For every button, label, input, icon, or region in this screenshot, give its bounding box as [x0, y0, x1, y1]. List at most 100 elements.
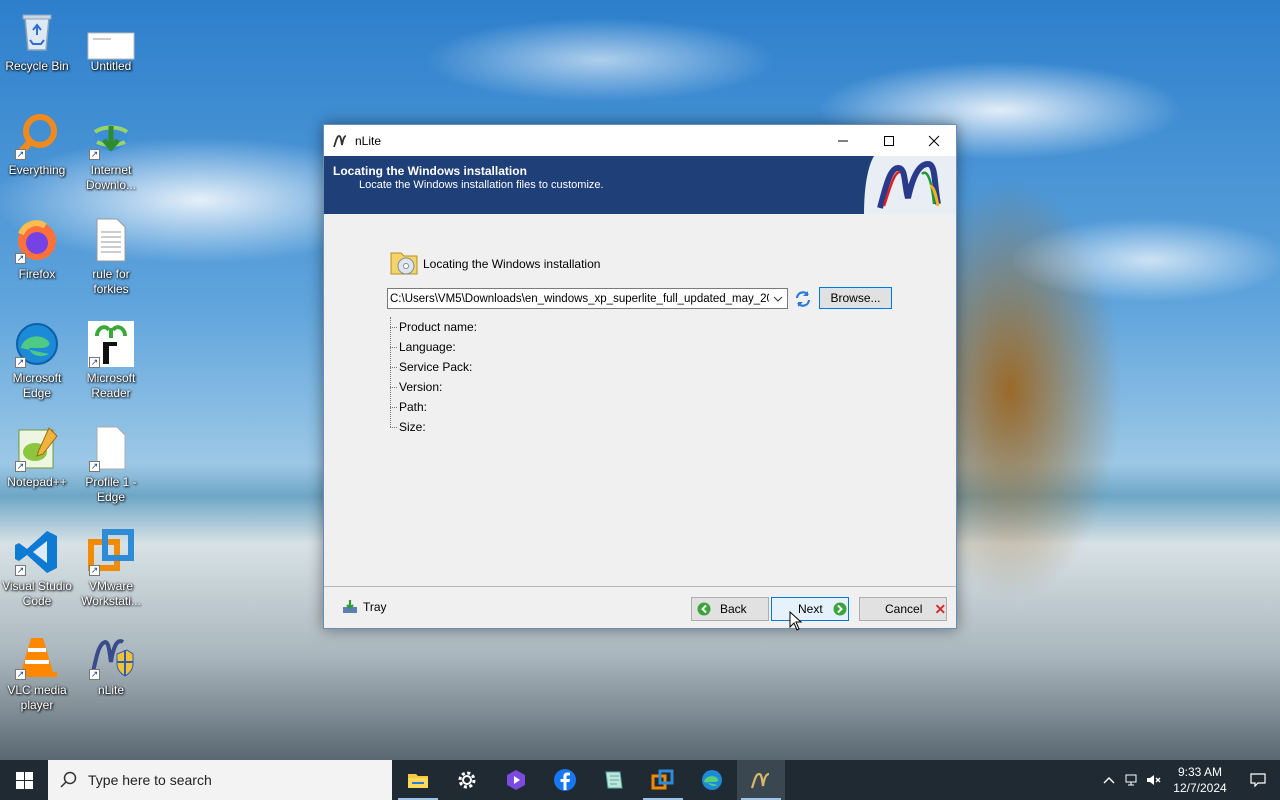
- desktop-icon-profile-1-edge[interactable]: ↗ Profile 1 - Edge: [74, 424, 148, 505]
- firefox-icon: ↗: [13, 216, 61, 264]
- desktop-icon-label: Visual Studio Code: [2, 579, 72, 608]
- taskbar-search-box[interactable]: Type here to search: [48, 760, 392, 800]
- banner-subtitle: Locate the Windows installation files to…: [359, 179, 604, 191]
- nlite-logo-icon: [864, 156, 956, 214]
- search-icon: [60, 771, 77, 788]
- clock-time: 9:33 AM: [1177, 765, 1223, 779]
- shortcut-arrow-icon: ↗: [89, 357, 100, 368]
- tray-icon: [343, 600, 357, 613]
- facebook-icon: [554, 769, 576, 791]
- taskbar-clock[interactable]: 9:33 AM 12/7/2024: [1164, 764, 1236, 796]
- desktop-icon-rule-for-forkies[interactable]: rule for forkies: [74, 216, 148, 297]
- desktop-icon-label: VLC media player: [7, 683, 67, 712]
- tree-item-language: Language:: [387, 337, 477, 357]
- desktop-icon-label: Profile 1 - Edge: [85, 475, 137, 504]
- shortcut-arrow-icon: ↗: [89, 149, 100, 160]
- text-file-icon: [87, 216, 135, 264]
- chevron-down-icon[interactable]: [769, 289, 787, 308]
- installation-path-value[interactable]: C:\Users\VM5\Downloads\en_windows_xp_sup…: [388, 293, 769, 305]
- shortcut-arrow-icon: ↗: [15, 357, 26, 368]
- section-label: Locating the Windows installation: [423, 257, 601, 271]
- nlite-app-icon: [750, 772, 770, 789]
- vmware-icon: [651, 769, 674, 790]
- edge-icon: [702, 770, 722, 790]
- notifications-button[interactable]: [1236, 760, 1280, 800]
- chevron-up-icon: [1103, 777, 1115, 784]
- desktop-icon-everything[interactable]: ↗ Everything: [0, 112, 74, 178]
- notepad-plus-plus-icon: ↗: [13, 424, 61, 472]
- nlite-window: nLite Locating the Windows installation …: [323, 124, 957, 631]
- desktop-icon-visual-studio-code[interactable]: ↗ Visual Studio Code: [0, 528, 74, 609]
- notes-app-icon: [605, 771, 623, 789]
- reader-icon: ↗: [87, 320, 135, 368]
- desktop-icon-label: nLite: [97, 683, 125, 697]
- blank-file-icon: ↗: [87, 424, 135, 472]
- desktop-icon-notepad-plus-plus[interactable]: ↗ Notepad++: [0, 424, 74, 490]
- desktop-icon-label: Firefox: [18, 267, 56, 281]
- desktop-icon-internet-download-manager[interactable]: ↗ Internet Downlo...: [74, 112, 148, 193]
- taskbar-vmware[interactable]: [639, 760, 687, 800]
- network-button[interactable]: [1120, 760, 1142, 800]
- taskbar-notes-app[interactable]: [590, 760, 638, 800]
- taskbar-facebook[interactable]: [541, 760, 589, 800]
- system-tray: 9:33 AM 12/7/2024: [1098, 760, 1280, 800]
- tree-item-service-pack: Service Pack:: [387, 357, 477, 377]
- desktop-icon-recycle-bin[interactable]: Recycle Bin: [0, 8, 74, 74]
- tree-item-path: Path:: [387, 397, 477, 417]
- minimize-button[interactable]: [820, 125, 866, 156]
- shortcut-arrow-icon: ↗: [15, 253, 26, 264]
- desktop-icon-label: Notepad++: [7, 475, 67, 489]
- cancel-label: Cancel: [885, 602, 923, 616]
- search-placeholder: Type here to search: [88, 772, 212, 788]
- edge-icon: ↗: [13, 320, 61, 368]
- taskbar-clipchamp[interactable]: [492, 760, 540, 800]
- desktop-icon-untitled[interactable]: Untitled: [74, 22, 148, 74]
- clock-date: 12/7/2024: [1173, 781, 1227, 795]
- desktop-icon-microsoft-edge[interactable]: ↗ Microsoft Edge: [0, 320, 74, 401]
- desktop-icon-firefox[interactable]: ↗ Firefox: [0, 216, 74, 282]
- next-button[interactable]: Next: [771, 597, 849, 621]
- shortcut-arrow-icon: ↗: [89, 461, 100, 472]
- desktop-icon-nlite[interactable]: ↗ nLite: [74, 632, 148, 698]
- next-arrow-icon: [833, 602, 847, 616]
- volume-button[interactable]: [1142, 760, 1164, 800]
- cancel-button[interactable]: Cancel: [859, 597, 947, 621]
- installation-path-combobox[interactable]: C:\Users\VM5\Downloads\en_windows_xp_sup…: [387, 288, 788, 309]
- taskbar-file-explorer[interactable]: [394, 760, 442, 800]
- mouse-cursor-icon: [789, 611, 803, 631]
- shortcut-arrow-icon: ↗: [15, 669, 26, 680]
- wizard-banner: Locating the Windows installation Locate…: [324, 156, 956, 214]
- window-titlebar[interactable]: nLite: [324, 125, 956, 156]
- browse-button[interactable]: Browse...: [819, 287, 892, 309]
- desktop-icon-vlc-media-player[interactable]: ↗ VLC media player: [0, 632, 74, 713]
- refresh-icon[interactable]: [793, 289, 813, 309]
- vlc-cone-icon: ↗: [13, 632, 61, 680]
- media-app-icon: [507, 770, 525, 790]
- back-button[interactable]: Back: [691, 597, 769, 621]
- tray-label: Tray: [363, 600, 387, 614]
- start-button[interactable]: [0, 760, 48, 800]
- taskbar-settings[interactable]: [443, 760, 491, 800]
- maximize-button[interactable]: [866, 125, 912, 156]
- desktop-icon-microsoft-reader[interactable]: ↗ Microsoft Reader: [74, 320, 148, 401]
- maximize-icon: [884, 135, 894, 146]
- vmware-icon: ↗: [87, 528, 135, 576]
- nlite-app-icon: [333, 134, 347, 147]
- tray-button[interactable]: Tray: [342, 599, 387, 615]
- close-button[interactable]: [911, 125, 957, 156]
- taskbar-edge[interactable]: [688, 760, 736, 800]
- nlite-shield-icon: ↗: [87, 632, 135, 680]
- tree-item-size: Size:: [387, 417, 477, 437]
- installation-info-tree: Product name: Language: Service Pack: Ve…: [387, 317, 477, 437]
- wizard-footer: Tray Back Next Cancel: [324, 586, 956, 628]
- desktop-icon-vmware-workstation[interactable]: ↗ VMware Workstati...: [74, 528, 148, 609]
- desktop-icon-label: Microsoft Edge: [12, 371, 62, 400]
- taskbar-nlite[interactable]: [737, 760, 785, 800]
- minimize-icon: [838, 140, 848, 141]
- globe-download-icon: ↗: [87, 112, 135, 160]
- desktop-icon-label: Internet Downlo...: [85, 163, 137, 192]
- desktop-icon-label: Microsoft Reader: [86, 371, 136, 400]
- recycle-bin-icon: [13, 8, 61, 56]
- show-hidden-icons-button[interactable]: [1098, 760, 1120, 800]
- back-arrow-icon: [697, 602, 711, 616]
